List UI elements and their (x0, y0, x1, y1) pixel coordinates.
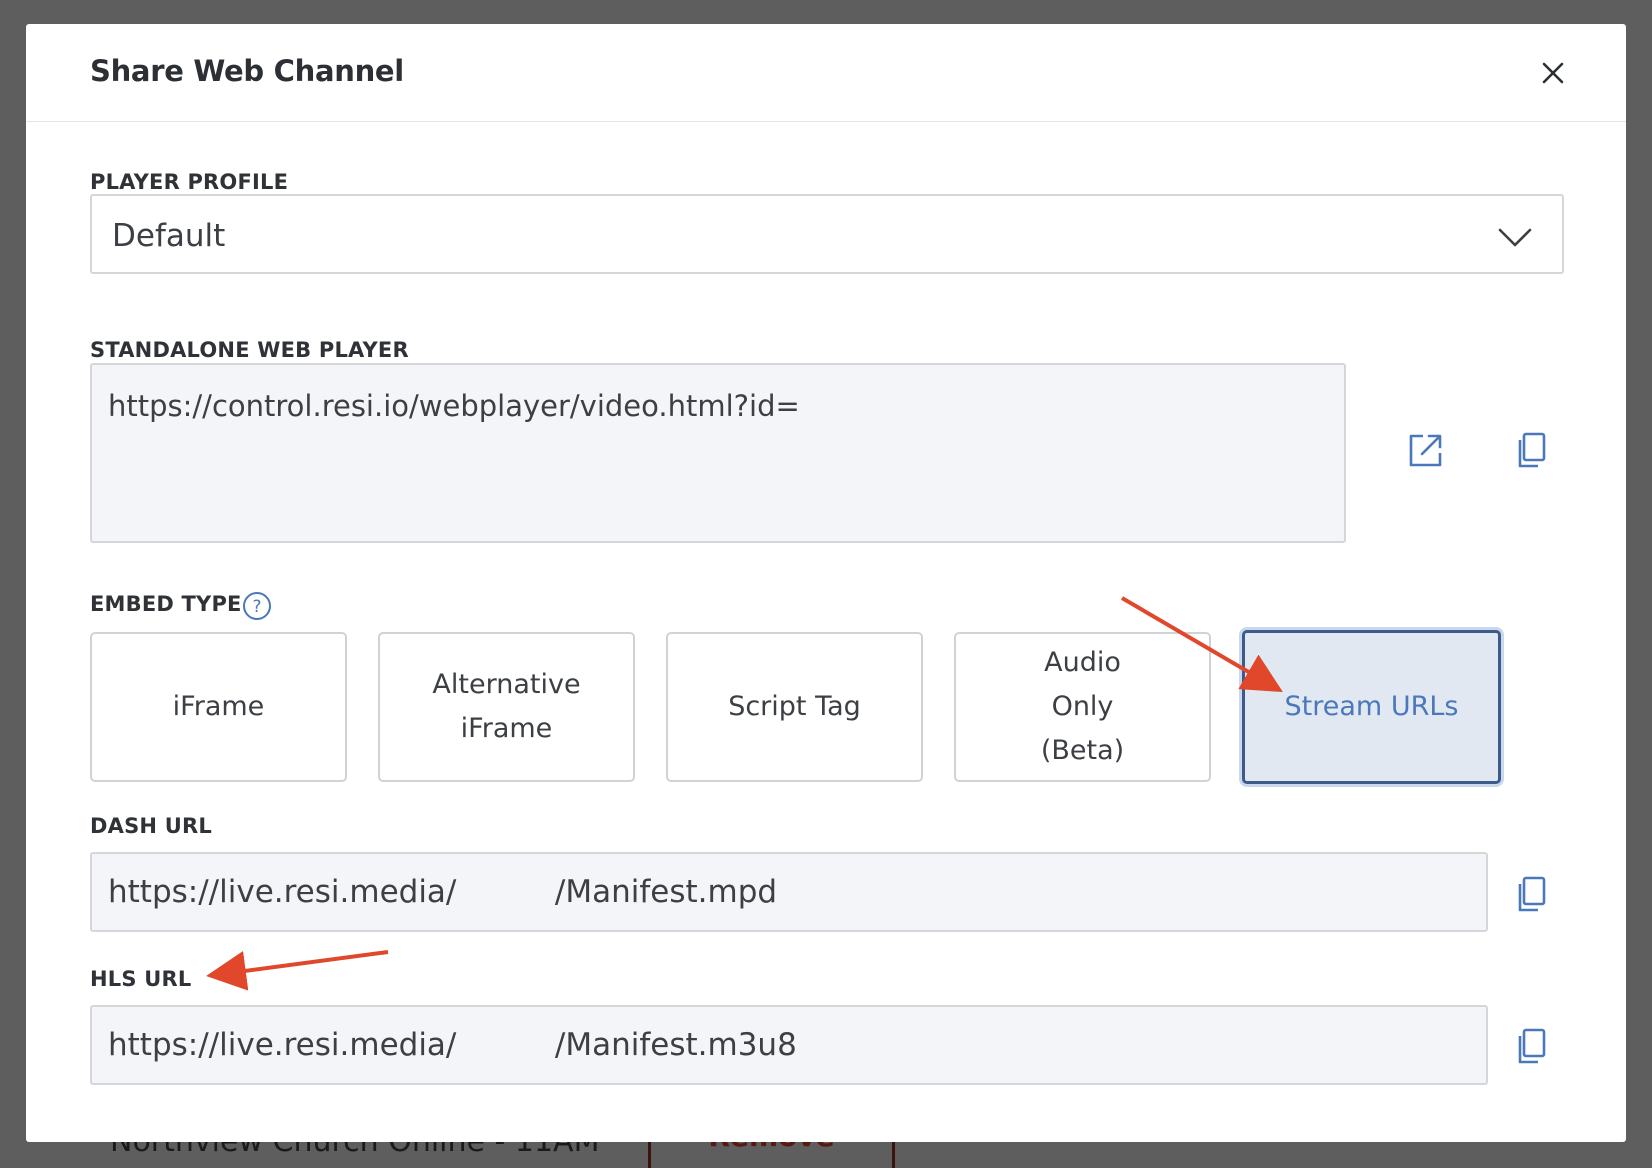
embed-option-label: iFrame (172, 691, 265, 722)
embed-option-alternative-iframe[interactable]: Alternative iFrame (378, 632, 635, 782)
modal-title: Share Web Channel (90, 54, 404, 88)
copy-standalone-button[interactable] (1512, 430, 1552, 470)
open-external-button[interactable] (1406, 430, 1446, 470)
embed-option-audio-only[interactable]: Audio Only (Beta) (954, 632, 1211, 782)
chevron-down-icon (1498, 228, 1532, 247)
modal-header: Share Web Channel (26, 24, 1626, 122)
dash-url-label: DASH URL (90, 814, 212, 838)
hls-url-field[interactable]: https://live.resi.media/ /Manifest.m3u8 (90, 1005, 1488, 1085)
svg-text:?: ? (252, 597, 261, 617)
help-icon[interactable]: ? (242, 591, 272, 621)
annotation-arrow-hls-url (206, 950, 389, 991)
close-icon (1542, 62, 1564, 84)
standalone-player-url-value: https://control.resi.io/webplayer/video.… (108, 389, 800, 423)
standalone-player-label: STANDALONE WEB PLAYER (90, 338, 409, 362)
hls-url-value: https://live.resi.media/ /Manifest.m3u8 (108, 1027, 797, 1063)
player-profile-value: Default (112, 218, 226, 254)
embed-option-label: Audio Only (Beta) (1040, 647, 1125, 766)
copy-hls-url-button[interactable] (1512, 1026, 1552, 1066)
embed-option-script-tag[interactable]: Script Tag (666, 632, 923, 782)
embed-option-label: Script Tag (728, 691, 861, 722)
dash-url-field[interactable]: https://live.resi.media/ /Manifest.mpd (90, 852, 1488, 932)
share-modal: Share Web Channel PLAYER PROFILE Default… (26, 24, 1626, 1142)
copy-icon (1518, 432, 1546, 468)
copy-icon (1518, 876, 1546, 912)
standalone-player-url-field[interactable]: https://control.resi.io/webplayer/video.… (90, 363, 1346, 543)
embed-option-iframe[interactable]: iFrame (90, 632, 347, 782)
external-link-icon (1409, 434, 1442, 467)
embed-option-label: Alternative iFrame (432, 669, 581, 744)
player-profile-label: PLAYER PROFILE (90, 170, 289, 194)
embed-option-stream-urls[interactable]: Stream URLs (1242, 630, 1501, 784)
close-button[interactable] (1536, 56, 1570, 90)
embed-type-label: EMBED TYPE (90, 592, 242, 616)
copy-dash-url-button[interactable] (1512, 874, 1552, 914)
player-profile-select[interactable]: Default (90, 194, 1564, 274)
hls-url-label: HLS URL (90, 967, 192, 991)
embed-option-label: Stream URLs (1284, 691, 1459, 722)
copy-icon (1518, 1028, 1546, 1064)
dash-url-value: https://live.resi.media/ /Manifest.mpd (108, 874, 778, 910)
